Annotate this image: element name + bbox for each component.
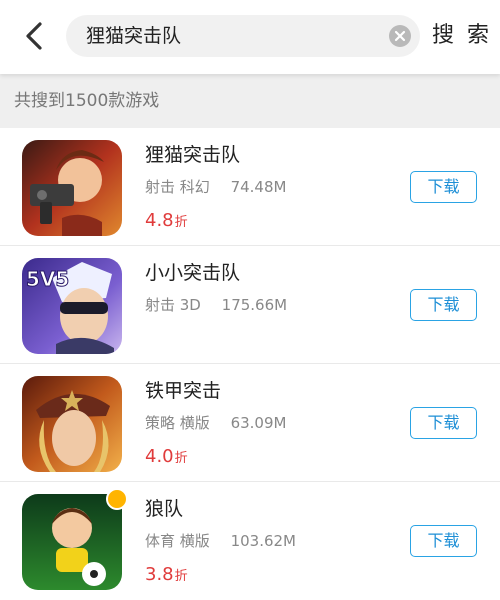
game-meta: 策略 横版 63.09M	[145, 412, 286, 433]
game-title[interactable]: 铁甲突击	[145, 376, 221, 403]
result-count: 共搜到1500款游戏	[14, 91, 160, 111]
search-input[interactable]: 狸猫突击队	[66, 15, 420, 57]
search-button[interactable]: 搜 索	[432, 18, 492, 54]
back-button[interactable]	[18, 18, 52, 54]
game-icon[interactable]	[22, 488, 128, 590]
game-size: 103.62M	[230, 532, 296, 550]
discount-value: 3.8	[145, 564, 174, 585]
download-button[interactable]: 下载	[410, 407, 477, 439]
discount-unit: 折	[174, 451, 188, 466]
game-title[interactable]: 小小突击队	[145, 258, 240, 285]
game-tags: 射击 3D	[145, 296, 201, 314]
list-item[interactable]: 狼队 体育 横版 103.62M 3.8折 下载	[0, 482, 500, 600]
game-size: 63.09M	[230, 414, 287, 432]
list-item[interactable]: 铁甲突击 策略 横版 63.09M 4.0折 下载	[0, 364, 500, 482]
game-tags: 策略 横版	[145, 414, 210, 432]
game-meta: 射击 3D 175.66M	[145, 294, 287, 315]
discount-unit: 折	[174, 569, 188, 584]
clear-search-button[interactable]	[388, 24, 412, 48]
discount-label: 3.8折	[145, 564, 188, 585]
game-icon[interactable]	[22, 140, 122, 236]
top-bar: 狸猫突击队 搜 索	[0, 0, 500, 74]
close-circle-icon	[389, 25, 411, 47]
list-item[interactable]: 5V5 小小突击队 射击 3D 175.66M 下载	[0, 246, 500, 364]
game-title[interactable]: 狼队	[145, 494, 183, 521]
discount-label: 4.0折	[145, 446, 188, 467]
gift-badge-icon	[106, 488, 128, 510]
game-meta: 射击 科幻 74.48M	[145, 176, 286, 197]
game-icon[interactable]	[22, 376, 122, 472]
icon-text: 5V5	[26, 267, 69, 291]
result-count-bar: 共搜到1500款游戏	[0, 74, 500, 128]
game-list: 狸猫突击队 射击 科幻 74.48M 4.8折 下载 5V5 小小突击队 射击 …	[0, 128, 500, 600]
discount-unit: 折	[174, 215, 188, 230]
game-title[interactable]: 狸猫突击队	[145, 140, 240, 167]
list-item[interactable]: 狸猫突击队 射击 科幻 74.48M 4.8折 下载	[0, 128, 500, 246]
download-button[interactable]: 下载	[410, 525, 477, 557]
chevron-left-icon	[26, 22, 42, 50]
game-size: 175.66M	[221, 296, 288, 314]
discount-label: 4.8折	[145, 210, 188, 231]
game-tags: 射击 科幻	[145, 178, 210, 196]
game-meta: 体育 横版 103.62M	[145, 530, 296, 551]
discount-value: 4.0	[145, 446, 174, 467]
game-icon[interactable]: 5V5	[22, 258, 122, 354]
game-tags: 体育 横版	[145, 532, 210, 550]
game-size: 74.48M	[230, 178, 287, 196]
download-button[interactable]: 下载	[410, 289, 477, 321]
search-query[interactable]: 狸猫突击队	[86, 15, 181, 57]
discount-value: 4.8	[145, 210, 174, 231]
download-button[interactable]: 下载	[410, 171, 477, 203]
